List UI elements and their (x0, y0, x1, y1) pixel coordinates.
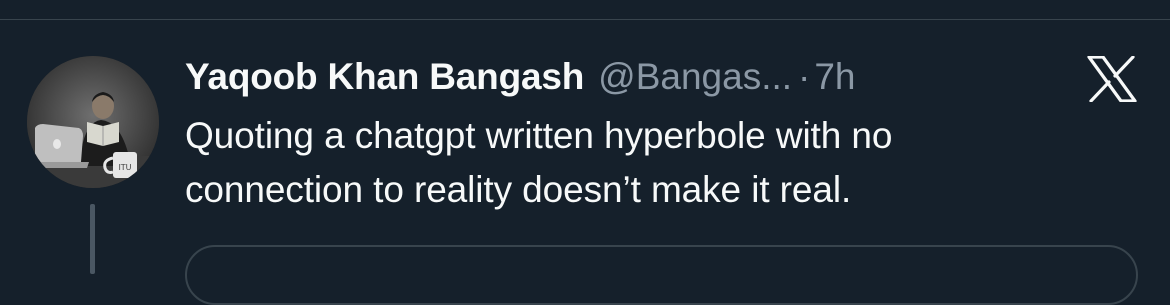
tweet-text: Quoting a chatgpt written hyperbole with… (185, 109, 1085, 217)
svg-text:ITU: ITU (118, 163, 131, 172)
quoted-tweet-card[interactable] (185, 245, 1138, 305)
x-logo-icon-svg (1087, 55, 1137, 103)
author-name[interactable]: Yaqoob Khan Bangash (185, 52, 584, 102)
tweet-timestamp[interactable]: 7h (814, 52, 855, 102)
thread-line (90, 204, 95, 274)
avatar-photo: ITU (27, 56, 159, 188)
author-handle[interactable]: @Bangas... (598, 52, 792, 102)
tweet[interactable]: Yaqoob Khan Bangash @Bangas... · 7h Quot… (185, 52, 1085, 217)
tweet-text-line-1: Quoting a chatgpt written hyperbole with… (185, 115, 893, 156)
tweet-header: Yaqoob Khan Bangash @Bangas... · 7h (185, 52, 1085, 102)
x-logo-icon[interactable] (1087, 55, 1137, 103)
top-divider (0, 19, 1170, 20)
header-separator: · (798, 56, 811, 97)
avatar[interactable]: ITU (27, 56, 159, 188)
tweet-text-line-2: connection to reality doesn’t make it re… (185, 169, 852, 210)
